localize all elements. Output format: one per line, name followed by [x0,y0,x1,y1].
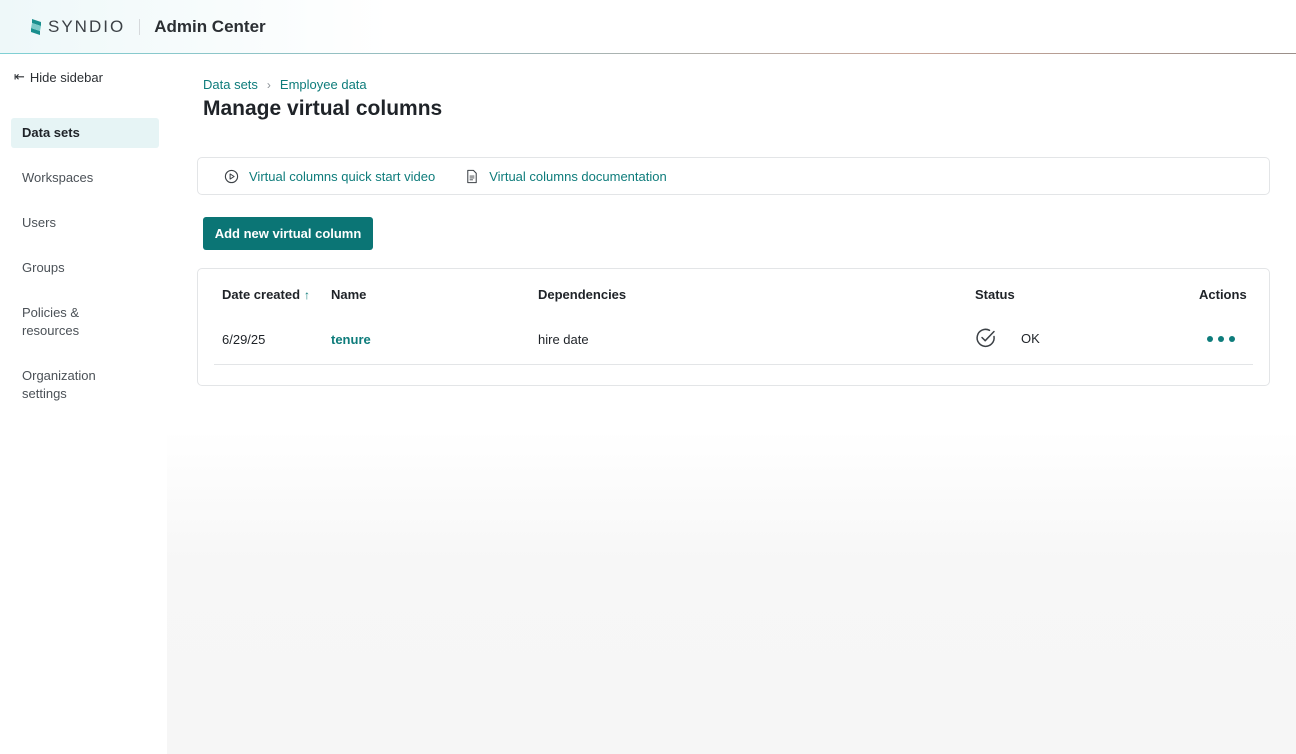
sidebar-item-organization-settings[interactable]: Organization settings [11,361,111,409]
cell-name-link[interactable]: tenure [331,332,371,347]
documentation-label: Virtual columns documentation [489,168,667,184]
breadcrumb-data-sets[interactable]: Data sets [203,77,258,92]
brand[interactable]: SYNDIO [30,17,125,37]
virtual-columns-table: Date created ↑ Name Dependencies Status … [197,268,1270,386]
resource-links-bar: Virtual columns quick start video Virtua… [197,157,1270,195]
column-header-date-created[interactable]: Date created ↑ [222,287,310,302]
dot [1218,336,1224,342]
arrow-up-icon: ↑ [304,287,311,302]
quick-start-video-link[interactable]: Virtual columns quick start video [224,169,435,184]
syndio-logo-icon [31,19,41,35]
main-background [167,430,1296,754]
hide-sidebar-label: Hide sidebar [29,69,103,85]
column-header-name[interactable]: Name [331,287,366,302]
row-divider [214,364,1253,365]
app-title: Admin Center [154,17,266,36]
dot [1229,336,1235,342]
column-header-status[interactable]: Status [975,287,1015,302]
cell-date-created: 6/29/25 [222,332,266,347]
play-circle-icon [224,169,239,183]
cell-status: OK [975,327,1040,349]
breadcrumb-employee-data[interactable]: Employee data [280,77,367,92]
sidebar-item-users[interactable]: Users [11,208,159,238]
sidebar: ⇤ Hide sidebar Data sets Workspaces User… [0,54,167,754]
sidebar-item-policies[interactable]: Policies & resources [11,298,101,346]
hide-sidebar-button[interactable]: ⇤ Hide sidebar [14,69,103,85]
sidebar-nav: Data sets Workspaces Users Groups Polici… [11,118,159,424]
check-circle-icon [976,328,995,348]
add-virtual-column-button[interactable]: Add new virtual column [203,217,373,250]
top-bar: SYNDIO Admin Center [0,0,1296,54]
brand-divider [139,19,141,35]
documentation-link[interactable]: Virtual columns documentation [465,169,667,184]
quick-start-video-label: Virtual columns quick start video [249,168,436,184]
status-text: OK [1021,330,1040,346]
cell-dependencies: hire date [538,332,589,347]
breadcrumb: Data sets › Employee data [203,77,367,92]
chevron-right-icon: › [266,77,271,92]
brand-name: SYNDIO [48,17,126,36]
page-title: Manage virtual columns [203,97,443,120]
sidebar-item-workspaces[interactable]: Workspaces [11,163,159,193]
more-horizontal-icon[interactable] [1207,329,1235,349]
document-icon [467,169,477,183]
column-header-dependencies[interactable]: Dependencies [538,287,626,302]
arrow-left-bar-icon: ⇤ [14,69,25,84]
dot [1207,336,1213,342]
sidebar-item-groups[interactable]: Groups [11,253,159,283]
column-header-actions: Actions [1199,287,1247,302]
sidebar-item-data-sets[interactable]: Data sets [11,118,159,148]
